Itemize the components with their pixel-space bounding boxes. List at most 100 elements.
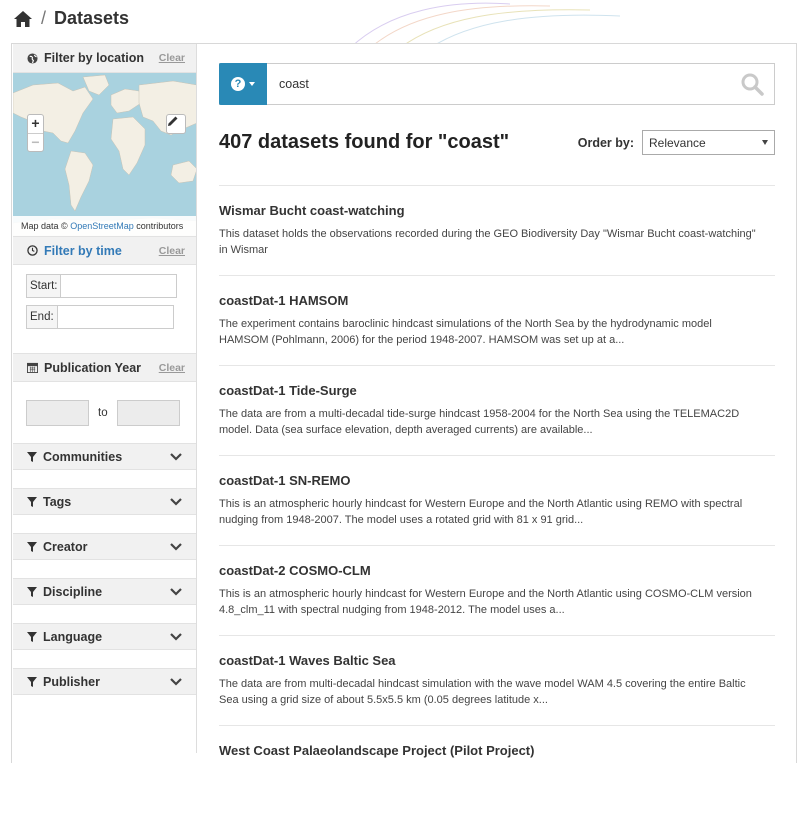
chevron-down-icon: [170, 452, 182, 461]
result-title-link[interactable]: coastDat-2 COSMO-CLM: [219, 563, 775, 578]
location-clear-link[interactable]: Clear: [159, 52, 185, 64]
map-attribution: Map data © OpenStreetMap contributors: [13, 216, 196, 236]
result-title-link[interactable]: coastDat-1 Tide-Surge: [219, 383, 775, 398]
result-item: coastDat-1 HAMSOM The experiment contains…: [219, 275, 775, 365]
time-filter-title[interactable]: Filter by time: [44, 244, 122, 258]
result-item: coastDat-1 Tide-Surge The data are from a…: [219, 365, 775, 455]
time-filter-header: Filter by time Clear: [13, 236, 196, 265]
draw-area-button[interactable]: [166, 114, 186, 134]
order-by-value: Relevance: [649, 135, 706, 150]
zoom-in-button[interactable]: +: [28, 115, 43, 133]
result-item: West Coast Palaeolandscape Project (Pilo…: [219, 725, 775, 815]
world-map: [13, 74, 196, 236]
location-map[interactable]: + − Map data © OpenStreetMap contributor…: [13, 73, 196, 236]
filter-icon: [27, 496, 37, 507]
dropdown-arrow-icon: [762, 140, 768, 145]
end-date-row: End:: [26, 305, 183, 329]
result-description: The data are from a multi-decadal tide-s…: [219, 406, 775, 438]
facet-list: Communities Tags Creator Discipline Language…: [13, 443, 196, 713]
facet-body: [13, 605, 196, 623]
result-description-line: The data are from a multi-decadal tide-s…: [219, 408, 740, 420]
result-description-line: The data are from multi-decadal hindcast…: [219, 678, 746, 690]
year-clear-link[interactable]: Clear: [159, 362, 185, 374]
filter-icon: [27, 541, 37, 552]
facet-body: [13, 695, 196, 713]
end-date-label: End:: [26, 305, 57, 329]
filter-icon: [27, 631, 37, 642]
filter-sidebar: Filter by location Clear + − Map data © …: [13, 44, 197, 753]
clock-icon: [27, 245, 38, 256]
result-item: Wismar Bucht coast-watching This dataset …: [219, 185, 775, 275]
filter-icon: [27, 586, 37, 597]
result-description-line: nudging from 1948-2007. The model uses a…: [219, 514, 584, 526]
attribution-suffix: contributors: [136, 221, 184, 231]
order-by-control: Order by: Relevance: [578, 130, 775, 155]
calendar-icon: [27, 362, 38, 373]
facet-communities[interactable]: Communities: [13, 443, 196, 470]
zoom-out-button[interactable]: −: [28, 133, 43, 151]
home-icon[interactable]: [13, 10, 33, 28]
result-description: This is an atmospheric hourly hindcast f…: [219, 496, 775, 528]
start-date-input[interactable]: [60, 274, 178, 298]
facet-label: Communities: [43, 449, 123, 464]
facet-body: [13, 650, 196, 668]
result-description-line: This is an atmospheric hourly hindcast f…: [219, 498, 743, 510]
time-filter-body: Start: End:: [13, 265, 196, 353]
result-count-heading: 407 datasets found for "coast": [219, 131, 510, 153]
result-description-line: 4.8_clm_11 with spectral nudging from 19…: [219, 604, 565, 616]
filter-icon: [27, 451, 37, 462]
question-icon: ?: [231, 76, 245, 91]
page-title: Datasets: [54, 8, 130, 28]
chevron-down-icon: [170, 497, 182, 506]
result-title-link[interactable]: coastDat-1 Waves Baltic Sea: [219, 653, 775, 668]
result-item: coastDat-2 COSMO-CLM This is an atmospher…: [219, 545, 775, 635]
result-description: This is an atmospheric hourly hindcast f…: [219, 586, 775, 618]
facet-label: Discipline: [43, 584, 103, 599]
filter-icon: [27, 676, 37, 687]
order-by-select[interactable]: Relevance: [642, 130, 775, 155]
attribution-prefix: Map data ©: [21, 221, 68, 231]
facet-language[interactable]: Language: [13, 623, 196, 650]
search-help-button[interactable]: ?: [219, 62, 267, 105]
order-by-label: Order by:: [577, 135, 634, 150]
facet-tags[interactable]: Tags: [13, 488, 196, 515]
result-item: coastDat-1 Waves Baltic Sea The data are …: [219, 635, 775, 725]
result-description: The experiment contains baroclinic hindc…: [219, 316, 775, 348]
end-date-input[interactable]: [56, 305, 174, 329]
start-date-label: Start:: [26, 274, 61, 298]
header-decoration: [349, 2, 621, 48]
publication-year-title: Publication Year: [44, 360, 142, 375]
result-description: This dataset holds the observations reco…: [219, 226, 775, 258]
breadcrumb-separator: /: [41, 8, 47, 28]
result-title-link[interactable]: West Coast Palaeolandscape Project (Pilo…: [219, 743, 775, 758]
chevron-down-icon: [170, 677, 182, 686]
search-button[interactable]: [730, 72, 774, 96]
year-to-input[interactable]: [116, 399, 180, 426]
publication-year-body: to: [13, 382, 196, 443]
time-clear-link[interactable]: Clear: [159, 245, 185, 257]
result-description-line: Sea using a grid size of about 5.5x5.5 k…: [219, 694, 548, 706]
facet-label: Language: [43, 629, 103, 644]
result-description-line: in Wismar: [219, 244, 268, 256]
facet-body: [13, 470, 196, 488]
result-title-link[interactable]: coastDat-1 SN-REMO: [219, 473, 775, 488]
facet-publisher[interactable]: Publisher: [13, 668, 196, 695]
location-filter-title: Filter by location: [44, 51, 145, 65]
globe-icon: [27, 52, 38, 64]
pencil-icon: [168, 116, 178, 126]
result-description-line: This is an atmospheric hourly hindcast f…: [219, 588, 752, 600]
year-from-input[interactable]: [26, 399, 89, 426]
map-zoom-control: + −: [27, 114, 44, 152]
breadcrumb: / Datasets: [13, 8, 129, 29]
search-input[interactable]: [267, 66, 730, 102]
result-title-link[interactable]: coastDat-1 HAMSOM: [219, 293, 775, 308]
result-description-line: HAMSOM (Pohlmann, 2006) for the period 1…: [219, 334, 625, 346]
result-title-link[interactable]: Wismar Bucht coast-watching: [219, 203, 775, 218]
result-item: coastDat-1 SN-REMO This is an atmospheric…: [219, 455, 775, 545]
facet-discipline[interactable]: Discipline: [13, 578, 196, 605]
openstreetmap-link[interactable]: OpenStreetMap: [70, 221, 134, 231]
result-description-line: The experiment contains baroclinic hindc…: [219, 318, 712, 330]
facet-creator[interactable]: Creator: [13, 533, 196, 560]
facet-label: Publisher: [43, 674, 100, 689]
facet-body: [13, 515, 196, 533]
